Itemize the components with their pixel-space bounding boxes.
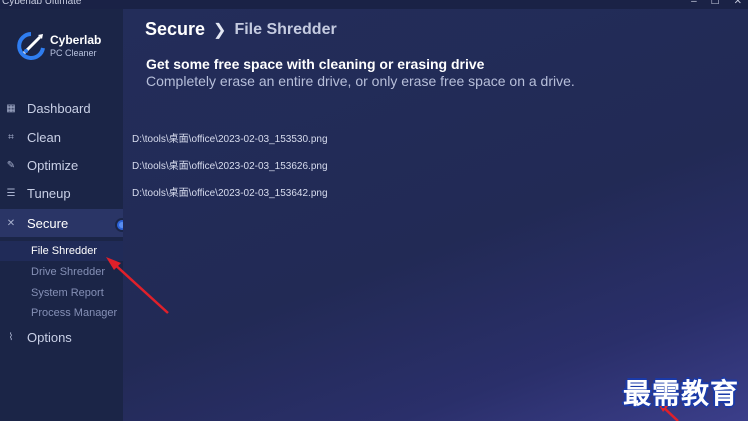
sidebar-item-options[interactable]: ⌇ Options — [0, 323, 123, 351]
description: Completely erase an entire drive, or onl… — [146, 73, 575, 89]
brand-tagline: PC Cleaner — [50, 48, 97, 58]
window-controls: – ☐ ✕ — [691, 0, 742, 8]
optimize-icon: ✎ — [6, 159, 16, 171]
sidebar-item-label: Tuneup — [27, 185, 71, 201]
chevron-right-icon: ❯ — [213, 21, 227, 39]
sidebar-subitem-system-report[interactable]: System Report — [31, 286, 104, 300]
file-item[interactable]: D:\tools\桌面\office\2023-02-03_153626.png — [132, 160, 328, 187]
sidebar-item-tuneup[interactable]: ☰ Tuneup — [0, 179, 123, 207]
minimize-button[interactable]: – — [691, 0, 697, 8]
sidebar-item-clean[interactable]: ⌗ Clean — [0, 123, 123, 151]
sidebar-subitem-drive-shredder[interactable]: Drive Shredder — [31, 265, 105, 279]
brand-name: Cyberlab — [50, 33, 102, 47]
file-list: D:\tools\桌面\office\2023-02-03_153530.png… — [132, 133, 328, 214]
main-panel: Secure ❯ File Shredder Get some free spa… — [123, 9, 748, 421]
sidebar-item-label: Dashboard — [27, 100, 91, 116]
headline: Get some free space with cleaning or era… — [146, 56, 485, 72]
sidebar-item-dashboard[interactable]: ▦ Dashboard — [0, 94, 123, 122]
sidebar-subitem-process-manager[interactable]: Process Manager — [31, 306, 117, 320]
maximize-button[interactable]: ☐ — [711, 0, 720, 8]
secure-icon: ✕ — [6, 217, 16, 229]
watermark: 最需教育 — [623, 377, 740, 410]
breadcrumb-section[interactable]: Secure — [145, 19, 205, 40]
sidebar: Cyberlab PC Cleaner ▦ Dashboard ⌗ Clean … — [0, 9, 123, 421]
dashboard-icon: ▦ — [6, 102, 16, 114]
window-title: Cyberlab Ultimate — [2, 0, 82, 7]
sidebar-item-label: Options — [27, 329, 72, 345]
title-bar: Cyberlab Ultimate – ☐ ✕ — [0, 0, 748, 9]
sidebar-item-label: Clean — [27, 129, 61, 145]
file-item[interactable]: D:\tools\桌面\office\2023-02-03_153530.png — [132, 133, 328, 160]
sidebar-item-optimize[interactable]: ✎ Optimize — [0, 151, 123, 179]
sidebar-subitem-file-shredder[interactable]: File Shredder — [0, 241, 123, 261]
sidebar-item-secure[interactable]: ✕ Secure — [0, 209, 123, 237]
close-button[interactable]: ✕ — [734, 0, 742, 8]
app-logo: Cyberlab PC Cleaner — [16, 29, 116, 69]
options-icon: ⌇ — [8, 331, 14, 343]
sidebar-item-label: Secure — [27, 215, 69, 231]
file-item[interactable]: D:\tools\桌面\office\2023-02-03_153642.png — [132, 187, 328, 214]
page-title: File Shredder — [234, 20, 337, 38]
sidebar-item-label: Optimize — [27, 157, 79, 173]
logo-icon — [17, 32, 45, 60]
tuneup-icon: ☰ — [6, 187, 16, 199]
clean-icon: ⌗ — [8, 131, 14, 143]
breadcrumb: Secure ❯ File Shredder — [145, 19, 337, 40]
